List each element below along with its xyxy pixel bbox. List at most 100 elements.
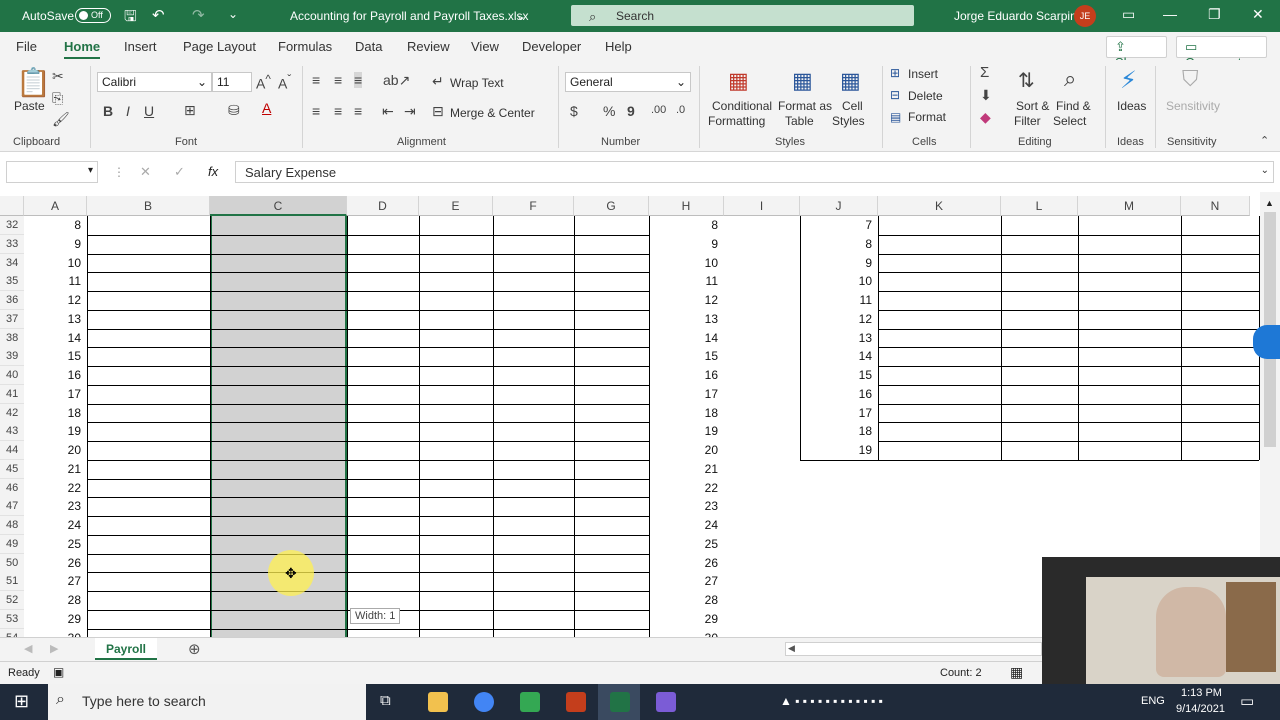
cell-h[interactable]: 25	[649, 535, 724, 554]
cell-h[interactable]: 13	[649, 310, 724, 329]
row-header[interactable]: 40	[0, 366, 24, 385]
cell-styles-icon[interactable]: ▦	[840, 68, 861, 94]
row-header[interactable]: 51	[0, 572, 24, 592]
cell-a[interactable]: 20	[24, 441, 87, 460]
find-select-label2[interactable]: Select	[1053, 114, 1086, 128]
cancel-entry-icon[interactable]: ✕	[140, 164, 151, 180]
column-header-D[interactable]: D	[347, 196, 419, 216]
find-select-icon[interactable]: ⌕	[1064, 66, 1076, 92]
user-avatar[interactable]: JE	[1074, 5, 1096, 27]
decrease-decimal-icon[interactable]: .0	[676, 104, 685, 116]
comments-button[interactable]: ▭ Comments	[1176, 36, 1267, 70]
row-header[interactable]: 41	[0, 384, 24, 404]
column-header-N[interactable]: N	[1181, 196, 1250, 216]
customize-qat-icon[interactable]: ⌄	[228, 7, 238, 21]
increase-font-icon[interactable]: A^	[256, 73, 271, 92]
wrap-text-button[interactable]: Wrap Text	[450, 76, 504, 90]
cell-j[interactable]: 10	[800, 272, 878, 291]
expand-formula-icon[interactable]: ⌄	[1261, 165, 1269, 176]
row-header[interactable]: 34	[0, 253, 24, 273]
decrease-font-icon[interactable]: Aˇ	[278, 73, 291, 92]
merge-center-icon[interactable]: ⊟	[432, 103, 444, 120]
paste-label[interactable]: Paste	[14, 99, 45, 113]
cell-j[interactable]: 16	[800, 385, 878, 404]
search-box[interactable]: ⌕ Search	[571, 5, 914, 26]
row-header[interactable]: 50	[0, 553, 24, 573]
font-name-select[interactable]: Calibri ⌄	[97, 72, 212, 92]
tab-data[interactable]: Data	[355, 39, 382, 54]
name-box[interactable]: ▾	[6, 161, 98, 183]
cell-h[interactable]: 16	[649, 366, 724, 385]
delete-cells-icon[interactable]: ⊟	[890, 88, 900, 102]
teams-icon[interactable]	[656, 692, 676, 712]
ideas-icon[interactable]: ⚡	[1120, 66, 1137, 95]
dropbox-icon[interactable]	[1253, 325, 1280, 359]
conditional-formatting-icon[interactable]: ▦	[728, 68, 749, 94]
bold-button[interactable]: B	[103, 103, 113, 119]
cell-j[interactable]: 11	[800, 291, 878, 310]
align-center-icon[interactable]: ≡	[334, 103, 342, 119]
cell-h[interactable]: 21	[649, 460, 724, 479]
cell-j[interactable]: 17	[800, 404, 878, 423]
cell-a[interactable]: 16	[24, 366, 87, 385]
column-header-E[interactable]: E	[419, 196, 493, 216]
number-format-select[interactable]: General ⌄	[565, 72, 691, 92]
share-button[interactable]: ⇪ Share	[1106, 36, 1167, 70]
align-top-icon[interactable]: ≡	[312, 72, 320, 88]
new-sheet-icon[interactable]: ⊕	[188, 640, 201, 658]
cell-h[interactable]: 8	[649, 216, 724, 235]
format-as-table-label2[interactable]: Table	[785, 114, 814, 128]
sensitivity-button[interactable]: Sensitivity	[1166, 99, 1220, 113]
cell-a[interactable]: 8	[24, 216, 87, 235]
cell-h[interactable]: 29	[649, 610, 724, 629]
row-header[interactable]: 42	[0, 403, 24, 423]
user-name[interactable]: Jorge Eduardo Scarpin	[954, 9, 1077, 23]
format-as-table-label[interactable]: Format as	[778, 99, 832, 113]
excel-icon[interactable]	[610, 692, 630, 712]
cell-h[interactable]: 30	[649, 629, 724, 638]
prev-sheet-icon[interactable]: ◀	[24, 642, 32, 655]
cut-icon[interactable]: ✂	[52, 68, 64, 85]
cell-a[interactable]: 24	[24, 516, 87, 535]
row-header[interactable]: 37	[0, 309, 24, 329]
tab-developer[interactable]: Developer	[522, 39, 581, 54]
row-header[interactable]: 35	[0, 272, 24, 292]
cell-h[interactable]: 9	[649, 235, 724, 254]
restore-icon[interactable]: ❐	[1208, 6, 1221, 23]
increase-indent-icon[interactable]: ⇥	[404, 103, 416, 120]
sort-filter-icon[interactable]: ⇅	[1018, 68, 1035, 93]
redo-icon[interactable]: ↷	[192, 6, 205, 24]
tab-review[interactable]: Review	[407, 39, 450, 54]
row-header[interactable]: 36	[0, 291, 24, 310]
scroll-up-icon[interactable]: ▲	[1265, 198, 1274, 208]
clear-icon[interactable]: ◆	[980, 109, 991, 126]
cell-h[interactable]: 12	[649, 291, 724, 310]
column-header-H[interactable]: H	[649, 196, 724, 216]
copy-icon[interactable]: ⎘	[52, 90, 63, 107]
cell-j[interactable]: 9	[800, 254, 878, 273]
column-header-I[interactable]: I	[724, 196, 800, 216]
cell-h[interactable]: 23	[649, 497, 724, 516]
cell-h[interactable]: 26	[649, 554, 724, 573]
cell-j[interactable]: 14	[800, 347, 878, 366]
cell-h[interactable]: 18	[649, 404, 724, 423]
column-header-G[interactable]: G	[574, 196, 649, 216]
filename-chevron-icon[interactable]: ⌄	[516, 9, 526, 23]
row-header[interactable]: 46	[0, 478, 24, 498]
cell-a[interactable]: 19	[24, 422, 87, 441]
borders-icon[interactable]: ⊞	[184, 102, 196, 119]
row-header[interactable]: 47	[0, 497, 24, 517]
cell-a[interactable]: 15	[24, 347, 87, 366]
sort-filter-label2[interactable]: Filter	[1014, 114, 1041, 128]
next-sheet-icon[interactable]: ▶	[50, 642, 58, 655]
chrome-icon[interactable]	[474, 692, 494, 712]
normal-view-icon[interactable]: ▦	[1010, 664, 1023, 681]
insert-cells-icon[interactable]: ⊞	[890, 66, 900, 80]
cell-styles-label[interactable]: Cell	[842, 99, 863, 113]
orientation-icon[interactable]: ab↗	[383, 72, 410, 89]
row-header[interactable]: 45	[0, 459, 24, 479]
percent-button[interactable]: %	[603, 103, 615, 119]
cell-a[interactable]: 10	[24, 254, 87, 273]
paste-icon[interactable]: 📋	[16, 66, 51, 99]
tab-formulas[interactable]: Formulas	[278, 39, 332, 54]
